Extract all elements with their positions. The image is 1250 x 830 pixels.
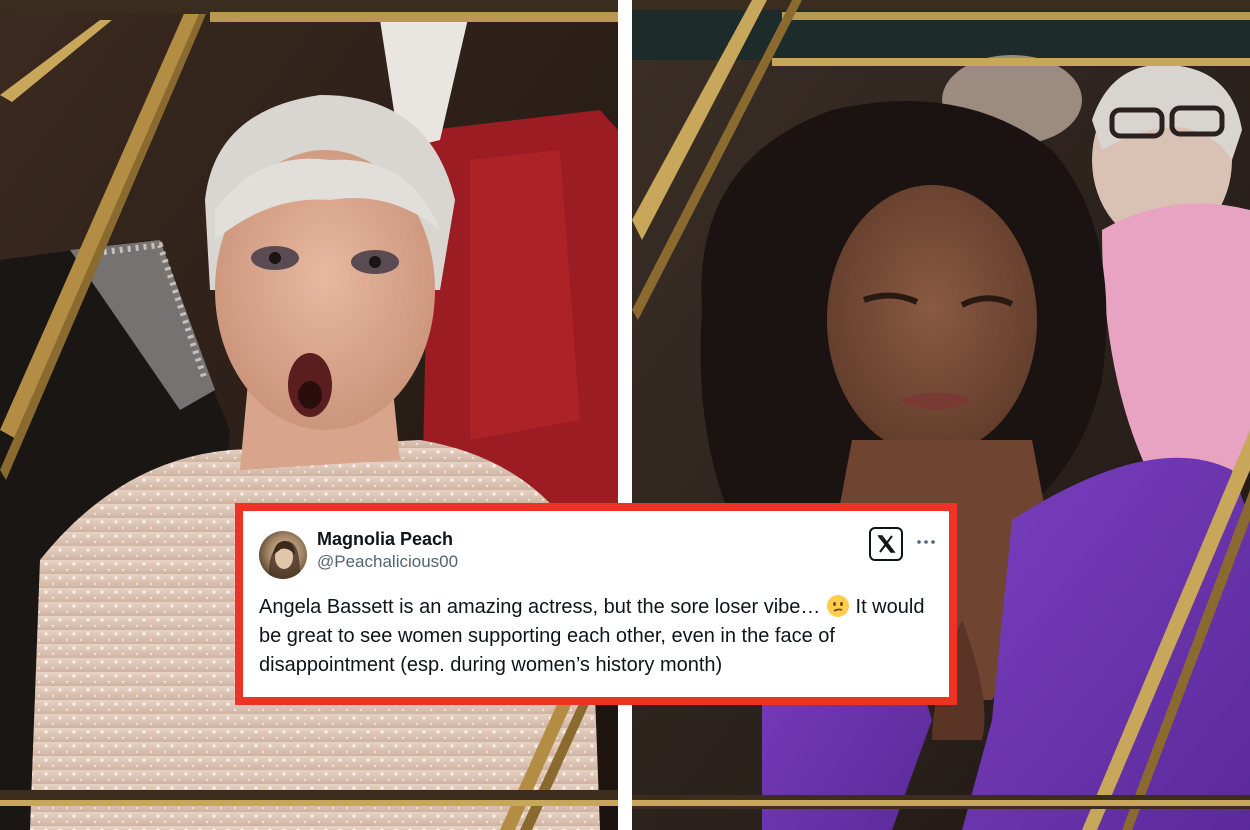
right-photo-panel — [632, 0, 1250, 830]
x-logo-icon[interactable] — [869, 527, 903, 561]
user-info: Magnolia Peach @Peachalicious00 — [317, 527, 458, 573]
user-avatar[interactable] — [259, 531, 307, 579]
tweet-text-part-1: Angela Bassett is an amazing actress, bu… — [259, 596, 826, 618]
confused-face-emoji-icon — [826, 594, 850, 618]
display-name[interactable]: Magnolia Peach — [317, 527, 458, 551]
more-options-icon[interactable] — [915, 531, 937, 553]
tweet-card: Magnolia Peach @Peachalicious00 Angela B… — [243, 511, 949, 697]
user-handle[interactable]: @Peachalicious00 — [317, 551, 458, 573]
left-photo-illustration — [0, 0, 618, 830]
more-dots — [917, 540, 935, 544]
right-photo-illustration — [632, 0, 1250, 830]
confused-face-glyph — [826, 595, 849, 617]
left-photo-panel — [0, 0, 618, 830]
tweet-highlight-frame: Magnolia Peach @Peachalicious00 Angela B… — [235, 503, 957, 705]
avatar-image — [268, 540, 301, 579]
tweet-text: Angela Bassett is an amazing actress, bu… — [259, 593, 939, 680]
x-logo-glyph — [877, 535, 896, 553]
panel-divider — [618, 0, 632, 830]
